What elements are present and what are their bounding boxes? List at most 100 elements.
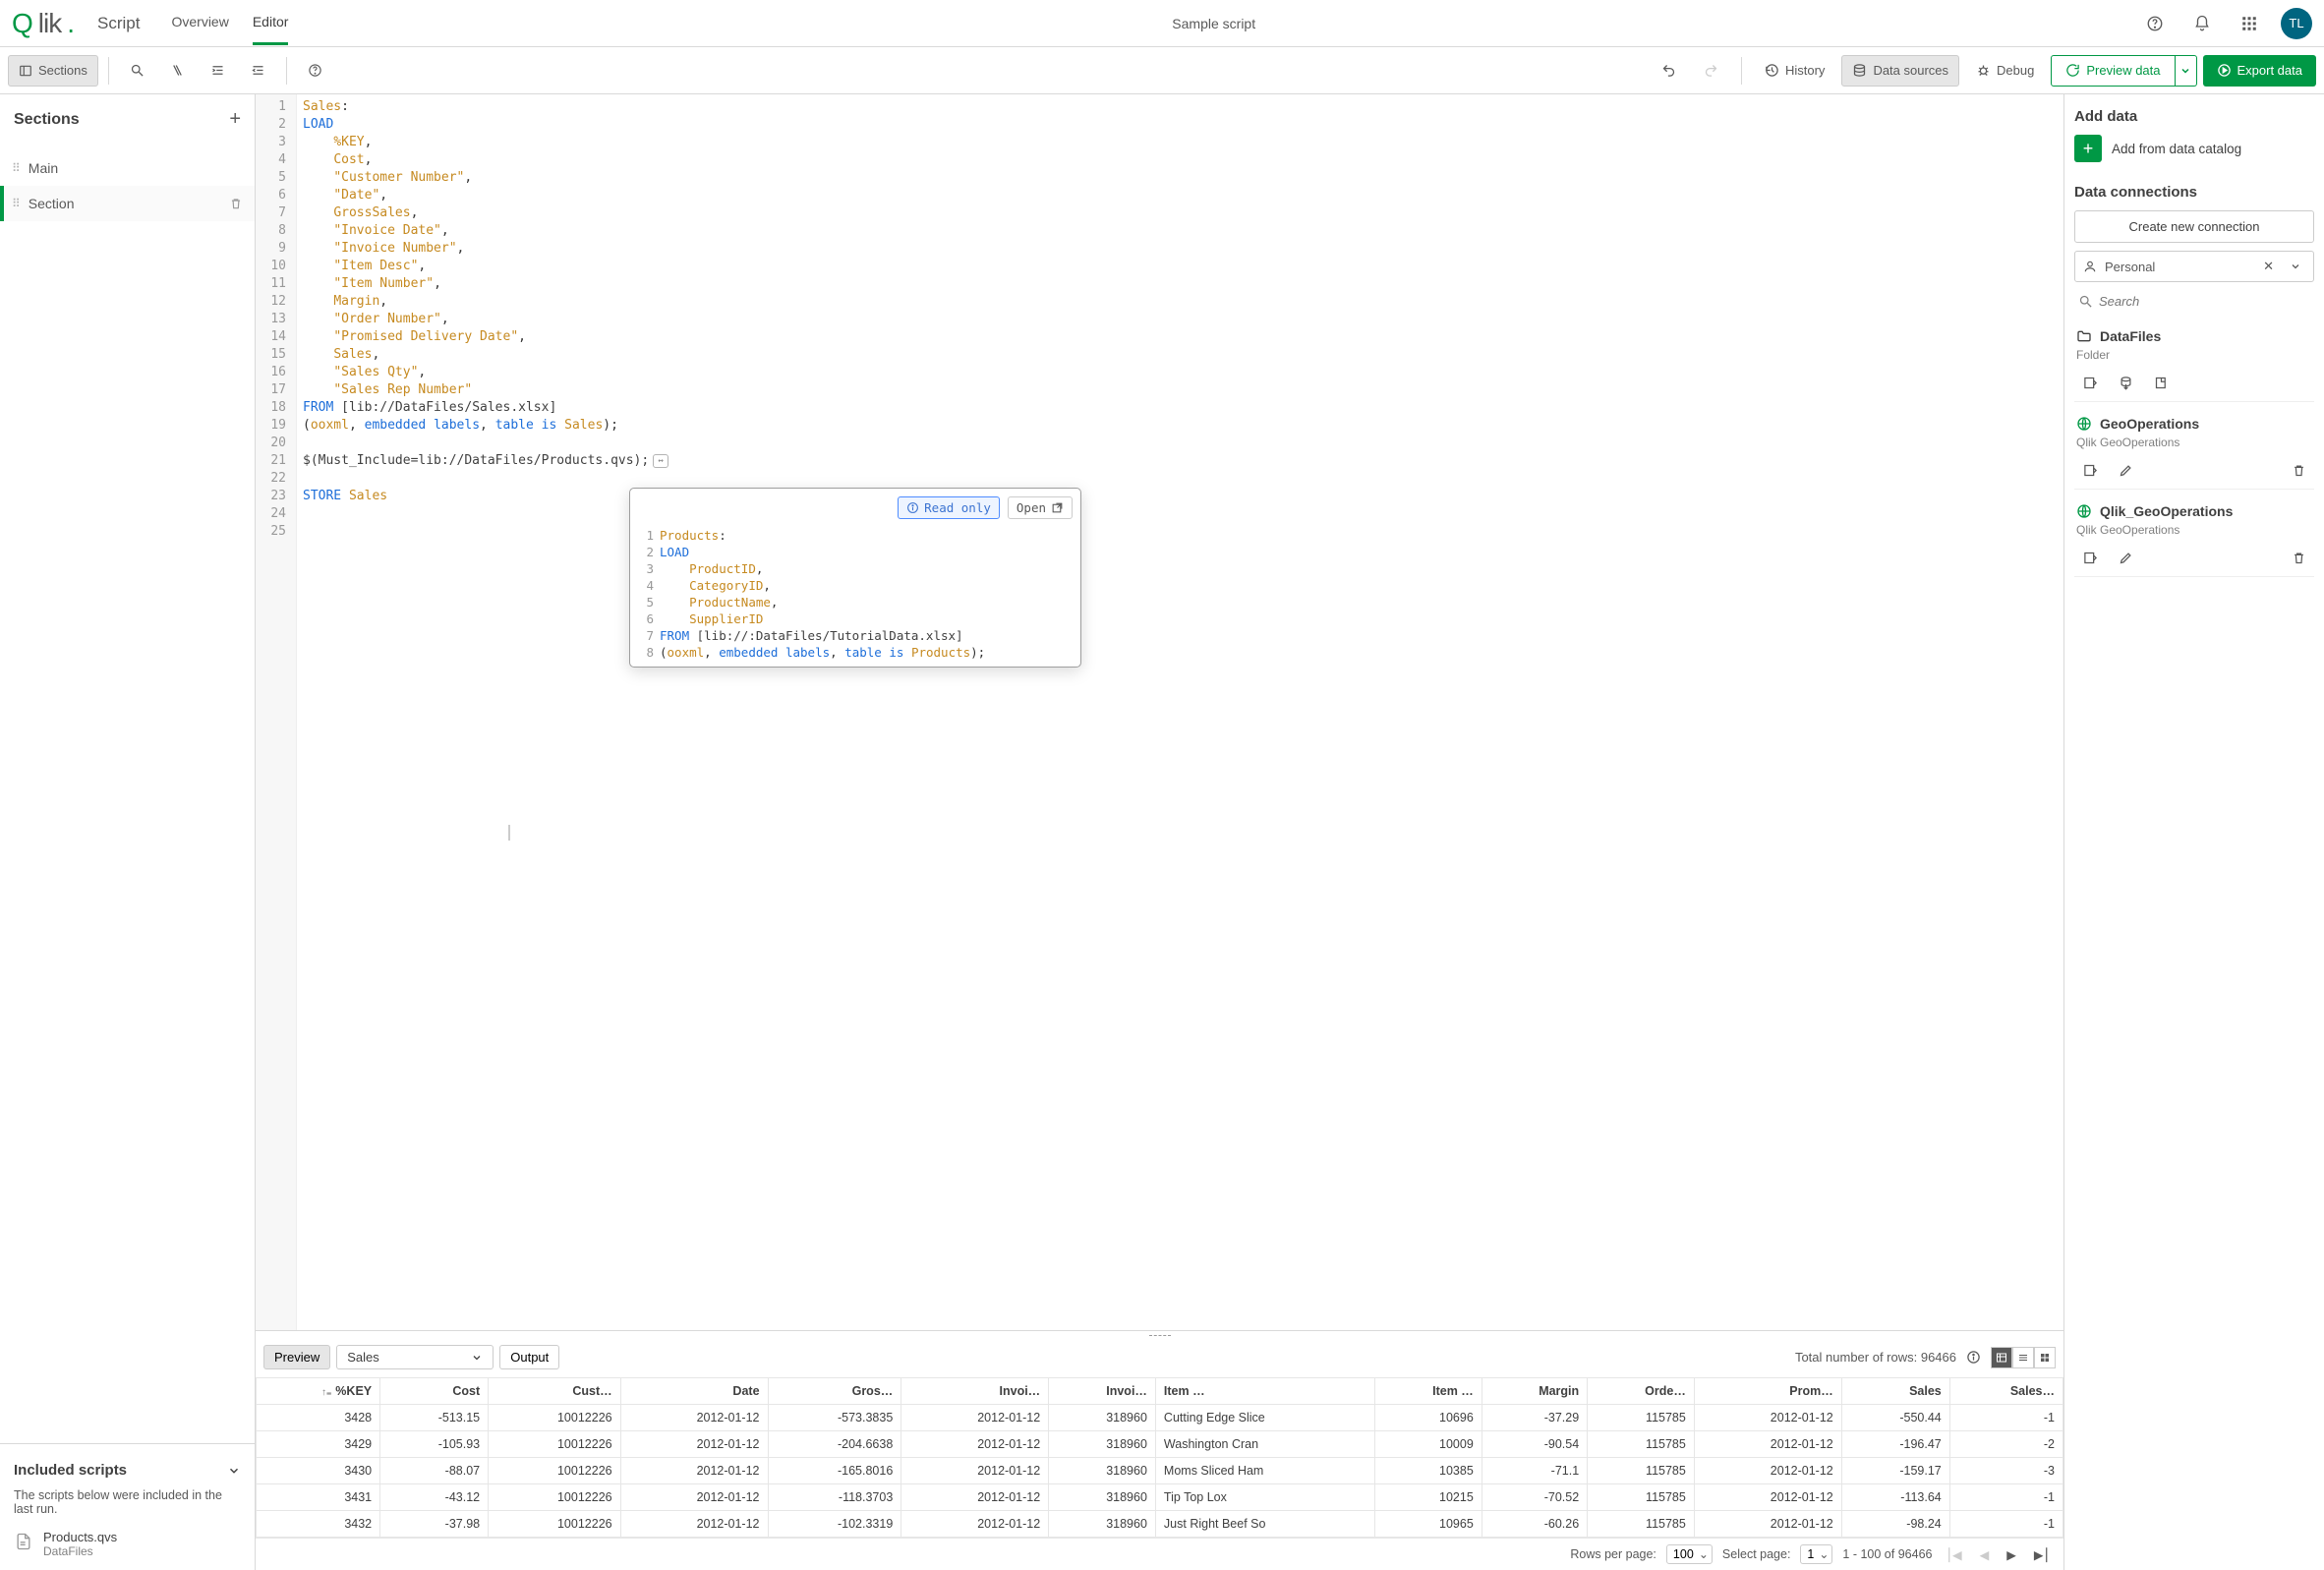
open-file-icon	[2154, 376, 2169, 390]
code-editor[interactable]: 1234567891011121314151617181920212223242…	[256, 94, 2063, 1330]
total-rows-label: Total number of rows: 96466	[1795, 1350, 1956, 1365]
table-cell: 3431	[257, 1484, 380, 1511]
space-select[interactable]: Personal ✕	[2074, 251, 2314, 282]
table-cell: -90.54	[1482, 1431, 1587, 1458]
conn-geooperations[interactable]: GeoOperations	[2074, 412, 2314, 436]
table-cell: -196.47	[1841, 1431, 1949, 1458]
section-item[interactable]: ⠿Main	[0, 150, 255, 186]
included-scripts-toggle[interactable]: Included scripts	[14, 1456, 241, 1488]
data-sources-button[interactable]: Data sources	[1841, 55, 1959, 87]
select-data-button[interactable]	[2074, 370, 2106, 395]
add-from-catalog-button[interactable]: + Add from data catalog	[2074, 135, 2314, 162]
comment-icon	[170, 63, 185, 78]
history-button[interactable]: History	[1754, 55, 1835, 87]
column-header[interactable]: Orde…	[1588, 1378, 1695, 1405]
indent-button[interactable]	[200, 55, 236, 87]
play-icon	[2217, 63, 2232, 78]
select-page-label: Select page:	[1722, 1547, 1791, 1561]
insert-icon	[2119, 376, 2133, 390]
table-cell: 2012-01-12	[901, 1431, 1049, 1458]
preview-tab-button[interactable]: Preview	[263, 1345, 330, 1369]
page-next-button[interactable]: ▶	[2003, 1545, 2020, 1564]
conn-qlik-geooperations[interactable]: Qlik_GeoOperations	[2074, 499, 2314, 523]
table-cell: -37.98	[380, 1511, 489, 1538]
search-button[interactable]	[119, 55, 155, 87]
expand-include-toggle[interactable]: ↔	[653, 454, 668, 468]
column-header[interactable]: Sales	[1841, 1378, 1949, 1405]
info-icon[interactable]	[1966, 1350, 1981, 1365]
table-cell: 318960	[1049, 1458, 1156, 1484]
page-select[interactable]: 1	[1800, 1544, 1832, 1564]
apps-grid-icon[interactable]	[2234, 8, 2265, 39]
tab-overview[interactable]: Overview	[171, 1, 228, 45]
geo2-select-button[interactable]	[2074, 545, 2106, 570]
page-last-button[interactable]: ▶⎮	[2030, 1545, 2054, 1564]
table-cell: -98.24	[1841, 1511, 1949, 1538]
clear-space-button[interactable]: ✕	[2259, 257, 2278, 276]
delete-section-button[interactable]	[229, 197, 243, 210]
table-cell: -550.44	[1841, 1405, 1949, 1431]
outdent-button[interactable]	[240, 55, 276, 87]
preview-resize-handle[interactable]	[256, 1331, 2063, 1341]
redo-button[interactable]	[1693, 55, 1729, 87]
column-header[interactable]: Margin	[1482, 1378, 1587, 1405]
page-prev-button[interactable]: ◀	[1976, 1545, 1994, 1564]
qlik-logo[interactable]: Qlik.	[12, 8, 74, 39]
comment-button[interactable]	[159, 55, 196, 87]
bell-icon[interactable]	[2186, 8, 2218, 39]
column-header[interactable]: Prom…	[1694, 1378, 1841, 1405]
table-cell: 3429	[257, 1431, 380, 1458]
page-first-button[interactable]: ⎮◀	[1942, 1545, 1965, 1564]
open-included-button[interactable]: Open	[1008, 496, 1073, 519]
avatar[interactable]: TL	[2281, 8, 2312, 39]
help-icon[interactable]	[2139, 8, 2171, 39]
undo-button[interactable]	[1651, 55, 1687, 87]
table-cell: 2012-01-12	[901, 1405, 1049, 1431]
preview-data-button[interactable]: Preview data	[2051, 55, 2175, 87]
editor-help-button[interactable]	[297, 55, 333, 87]
export-data-button[interactable]: Export data	[2203, 55, 2317, 87]
left-resize-handle[interactable]	[506, 94, 512, 1570]
rows-per-page-select[interactable]: 100	[1666, 1544, 1713, 1564]
column-header[interactable]: Item …	[1375, 1378, 1482, 1405]
geo1-edit-button[interactable]	[2110, 457, 2141, 483]
conn-geo1-type: Qlik GeoOperations	[2074, 436, 2314, 457]
section-item[interactable]: ⠿Section	[0, 186, 255, 221]
column-header[interactable]: Cost	[380, 1378, 489, 1405]
open-file-button[interactable]	[2145, 370, 2177, 395]
preview-data-dropdown[interactable]	[2176, 55, 2197, 87]
column-header[interactable]: Invoi…	[901, 1378, 1049, 1405]
table-cell: 115785	[1588, 1405, 1695, 1431]
column-header[interactable]: Date	[620, 1378, 768, 1405]
trash-icon	[2292, 463, 2306, 478]
add-section-button[interactable]: +	[229, 108, 241, 131]
view-grid-button[interactable]	[2034, 1347, 2056, 1368]
drag-handle-icon[interactable]: ⠿	[12, 161, 19, 175]
geo1-delete-button[interactable]	[2283, 457, 2314, 483]
geo2-delete-button[interactable]	[2283, 545, 2314, 570]
included-script-name: Products.qvs	[43, 1530, 117, 1544]
debug-button[interactable]: Debug	[1965, 55, 2045, 87]
tab-editor[interactable]: Editor	[253, 1, 289, 45]
column-header[interactable]: Gros…	[768, 1378, 901, 1405]
geo1-select-button[interactable]	[2074, 457, 2106, 483]
column-header[interactable]: Item …	[1155, 1378, 1374, 1405]
conn-datafiles[interactable]: DataFiles	[2074, 324, 2314, 348]
view-table-button[interactable]	[1991, 1347, 2012, 1368]
connection-search-input[interactable]	[2099, 294, 2310, 309]
preview-table-select[interactable]: Sales	[336, 1345, 494, 1369]
included-script-item[interactable]: Products.qvs DataFiles	[14, 1530, 241, 1558]
sections-toggle-button[interactable]: Sections	[8, 55, 98, 87]
column-header[interactable]: Sales…	[1949, 1378, 2063, 1405]
insert-script-button[interactable]	[2110, 370, 2141, 395]
space-dropdown-button[interactable]	[2286, 259, 2305, 274]
globe-icon	[2076, 503, 2092, 519]
undo-icon	[1661, 63, 1676, 78]
select-data-icon	[2083, 376, 2098, 390]
geo2-edit-button[interactable]	[2110, 545, 2141, 570]
column-header[interactable]: Invoi…	[1049, 1378, 1156, 1405]
column-header[interactable]: ↑₌%KEY	[257, 1378, 380, 1405]
view-list-button[interactable]	[2012, 1347, 2034, 1368]
drag-handle-icon[interactable]: ⠿	[12, 197, 19, 210]
create-connection-button[interactable]: Create new connection	[2074, 210, 2314, 243]
